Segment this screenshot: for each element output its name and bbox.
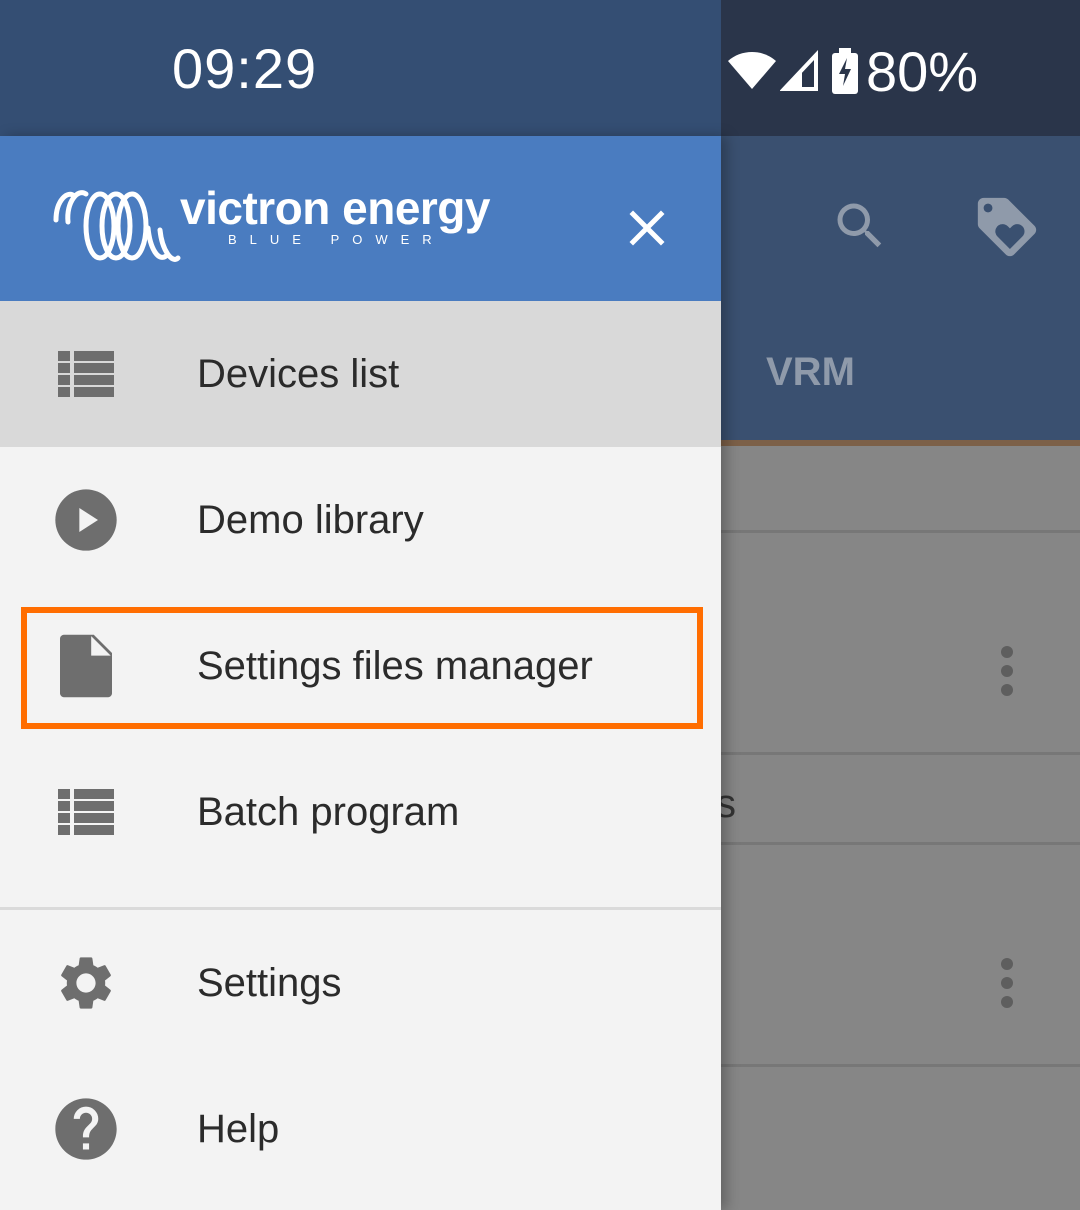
status-bar: 09:29 [0,0,721,136]
list-icon [54,780,118,844]
menu-item-devices-list[interactable]: Devices list [0,301,721,447]
drawer-header: victron energy BLUE POWER [0,136,721,301]
menu-label: Batch program [197,789,460,834]
overflow-menu-icon[interactable] [1001,958,1015,1015]
highlight-annotation [21,607,703,729]
menu-label: Demo library [197,497,424,542]
battery-percent: 80% [866,39,979,103]
menu-item-demo-library[interactable]: Demo library [0,447,721,593]
overflow-menu-icon[interactable] [1001,646,1015,703]
menu-item-help[interactable]: Help [0,1056,721,1202]
close-icon[interactable] [617,198,677,258]
tag-heart-icon[interactable] [972,192,1042,262]
gear-icon [54,951,118,1015]
status-time: 09:29 [172,37,318,100]
menu-gap [0,885,721,907]
drawer-menu: Devices list Demo library Settings files… [0,301,721,1202]
help-circle-icon [54,1097,118,1161]
list-divider [720,530,1080,533]
tab-vrm[interactable]: VRM [766,350,855,395]
menu-item-settings[interactable]: Settings [0,910,721,1056]
list-divider [720,1064,1080,1067]
brand-logo-text: victron energy BLUE POWER [180,182,491,247]
brand-tagline: BLUE POWER [228,232,445,247]
play-circle-icon [54,488,118,552]
menu-item-batch-program[interactable]: Batch program [0,739,721,885]
list-icon [54,342,118,406]
brand-name: victron energy [180,182,491,234]
list-divider [720,842,1080,845]
menu-label: Settings [197,960,342,1005]
status-icons: 80% [728,36,978,106]
cell-signal-icon [780,49,818,91]
list-divider [720,752,1080,755]
menu-label: Devices list [197,351,400,396]
victron-logo-icon [53,190,181,262]
menu-label: Help [197,1106,280,1151]
wifi-icon [728,52,776,89]
search-icon[interactable] [830,196,890,256]
battery-charging-icon [832,48,858,94]
